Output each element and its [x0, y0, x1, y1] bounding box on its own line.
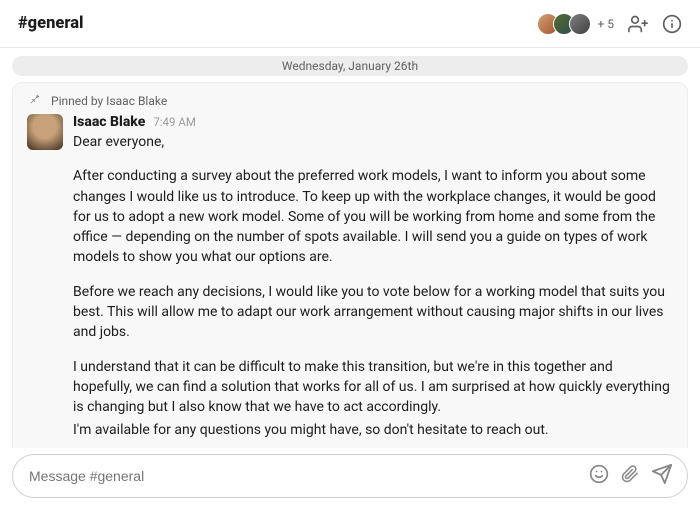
message-paragraph: After conducting a survey about the pref… — [73, 166, 673, 267]
message-text: Dear everyone, After conducting a survey… — [73, 132, 673, 448]
message-list: Wednesday, January 26th Pinned by Isaac … — [0, 48, 700, 448]
send-icon[interactable] — [651, 463, 673, 489]
info-icon[interactable] — [662, 14, 682, 34]
message-paragraph: Dear everyone, — [73, 132, 673, 152]
author-name[interactable]: Isaac Blake — [73, 114, 145, 130]
pinned-indicator: Pinned by Isaac Blake — [27, 93, 673, 108]
pin-icon — [29, 93, 41, 108]
channel-title[interactable]: #general — [18, 14, 83, 33]
author-avatar[interactable] — [27, 114, 63, 150]
composer — [12, 454, 688, 498]
member-avatar-stack[interactable]: + 5 — [537, 13, 614, 35]
emoji-icon[interactable] — [589, 464, 609, 488]
date-divider: Wednesday, January 26th — [12, 56, 688, 76]
message-timestamp: 7:49 AM — [153, 115, 196, 129]
message-paragraph: Before we reach any decisions, I would l… — [73, 282, 673, 343]
message-paragraph: I understand that it can be difficult to… — [73, 357, 673, 418]
add-person-icon[interactable] — [628, 14, 648, 34]
header-actions: + 5 — [537, 13, 682, 35]
pinned-message: Pinned by Isaac Blake Isaac Blake 7:49 A… — [12, 82, 688, 448]
pinned-by-text: Pinned by Isaac Blake — [51, 94, 167, 108]
channel-header: #general + 5 — [0, 0, 700, 48]
message-input[interactable] — [29, 468, 589, 484]
attachment-icon[interactable] — [621, 464, 639, 488]
message-paragraph: I'm available for any questions you migh… — [73, 420, 673, 440]
extra-member-count: + 5 — [597, 17, 614, 31]
avatar — [569, 13, 591, 35]
